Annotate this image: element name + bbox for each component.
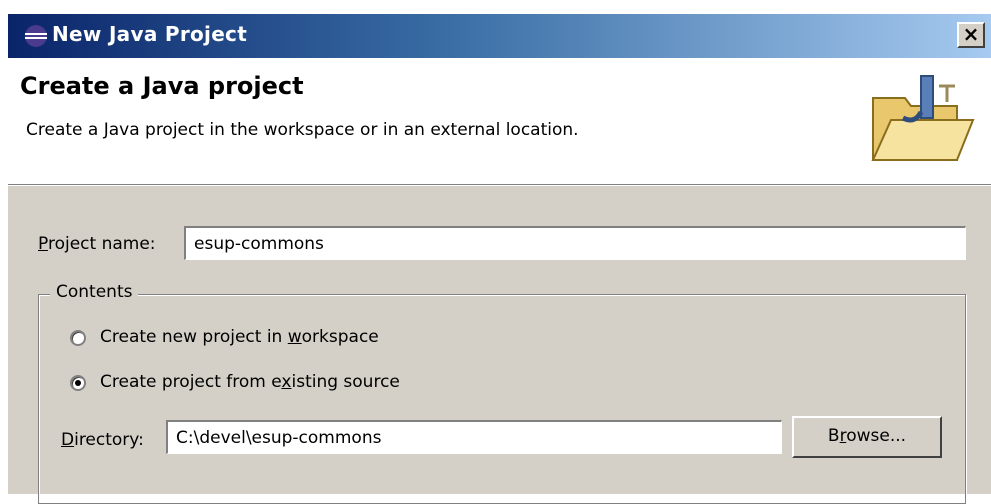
java-project-folder-icon <box>871 75 975 161</box>
directory-label: Directory: <box>61 430 144 450</box>
project-name-value: esup-commons <box>194 234 324 254</box>
page-description: Create a Java project in the workspace o… <box>26 120 579 140</box>
contents-group <box>38 294 966 504</box>
directory-value: C:\devel\esup-commons <box>176 428 382 448</box>
page-title: Create a Java project <box>20 72 304 100</box>
project-name-input[interactable]: esup-commons <box>184 226 966 260</box>
wizard-body: Project name: esup-commons Contents Crea… <box>8 186 991 504</box>
browse-button[interactable]: Browse... <box>792 416 942 458</box>
window-title: New Java Project <box>52 22 248 46</box>
radio-selected-dot <box>75 380 81 386</box>
radio-project-from-existing-source[interactable] <box>70 375 86 391</box>
contents-group-legend: Contents <box>50 282 139 302</box>
new-java-project-dialog: New Java Project × Create a Java project… <box>0 0 991 504</box>
close-button[interactable]: × <box>957 22 985 48</box>
directory-input[interactable]: C:\devel\esup-commons <box>166 420 782 454</box>
title-bar[interactable]: New Java Project × <box>8 14 991 58</box>
radio-new-project-in-workspace[interactable] <box>70 330 86 346</box>
wizard-banner: Create a Java project Create a Java proj… <box>8 58 991 184</box>
project-from-existing-source-label[interactable]: Create project from existing source <box>100 372 400 392</box>
project-name-label: Project name: <box>38 234 156 254</box>
new-project-in-workspace-label[interactable]: Create new project in workspace <box>100 327 379 347</box>
eclipse-icon <box>25 25 47 47</box>
